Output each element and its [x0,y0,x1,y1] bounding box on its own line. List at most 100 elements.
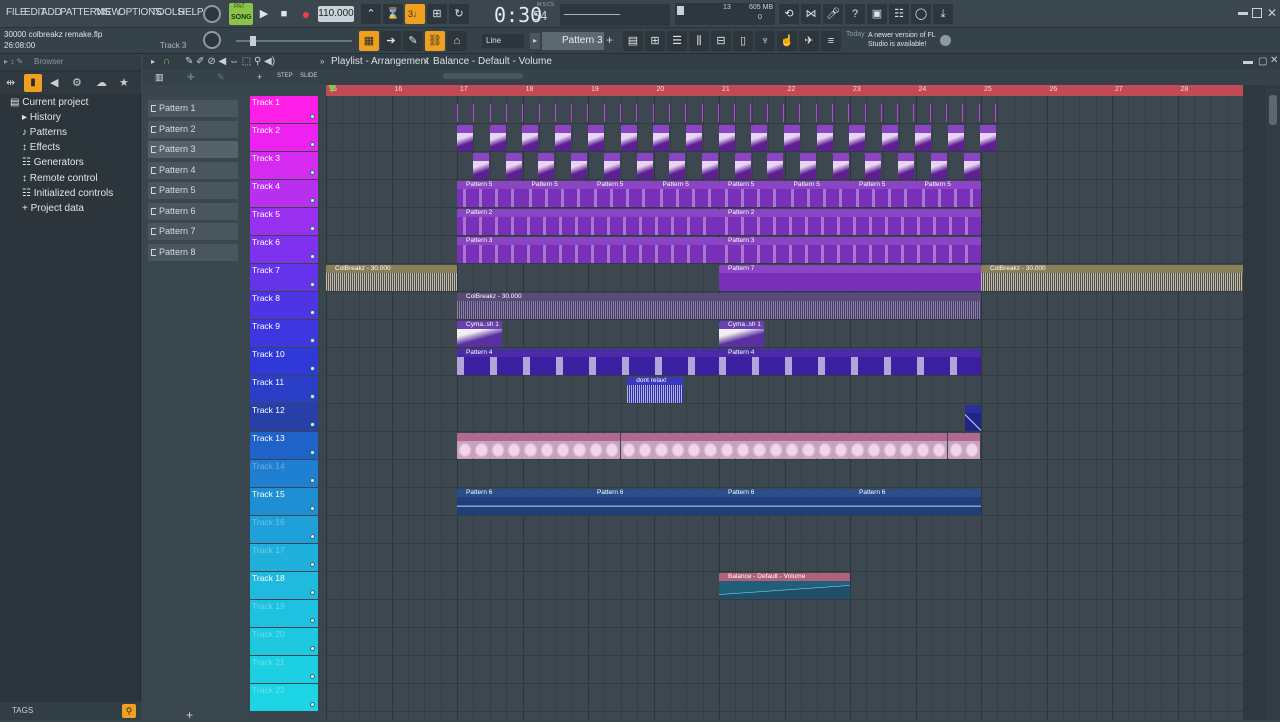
pattern-prev-icon[interactable]: ▸ [530,33,540,49]
playlist-clip[interactable] [963,153,980,179]
pattern-item[interactable]: Pattern 8 [148,243,238,261]
menu-help[interactable]: HELP [178,7,204,18]
playlist-clip[interactable] [931,433,948,459]
track-mute-dot[interactable] [310,506,315,511]
track-mute-dot[interactable] [310,702,315,707]
track-mute-dot[interactable] [310,310,315,315]
track-header[interactable]: Track 11 [250,376,318,403]
tags-bar[interactable]: TAGS ⚲ [0,702,141,720]
browser-item-current-project[interactable]: ▤ Current project [10,97,88,108]
pattern-item[interactable]: Pattern 1 [148,100,238,117]
track-mute-dot[interactable] [310,618,315,623]
track-mute-dot[interactable] [310,142,315,147]
undo-history-icon[interactable]: ⟲ [779,4,799,24]
track-mute-dot[interactable] [310,394,315,399]
microphone-icon[interactable]: 🎤︎ [823,4,843,24]
track-header[interactable]: Track 10 [250,348,318,375]
touch-controller-icon[interactable]: ☝ [777,31,797,51]
tempo-tap-icon[interactable]: ✈ [799,31,819,51]
track-header[interactable]: Track 5 [250,208,318,235]
playlist-clip[interactable] [685,433,703,459]
playlist-clip[interactable]: Cyma..sh 1 [719,321,764,347]
track-header[interactable]: Track 18 [250,572,318,599]
playlist-clip[interactable]: Pattern 5 [850,181,916,207]
vertical-scrollbar[interactable] [1266,85,1280,720]
playlist-clip[interactable]: Pattern 6 [588,489,719,515]
track-header[interactable]: Track 15 [250,488,318,515]
step-edit-icon[interactable]: ⊞ [427,4,447,24]
edit-icon[interactable]: ✎ [217,72,225,83]
save-icon[interactable]: ▣ [867,4,887,24]
track-mute-dot[interactable] [310,226,315,231]
track-header[interactable]: Track 22 [250,684,318,711]
playlist-clip[interactable] [718,125,735,151]
playlist-clip[interactable] [849,433,866,459]
playlist-clip[interactable] [473,433,490,459]
track-header[interactable]: Track 3 [250,152,318,179]
playlist-clip[interactable] [718,433,735,459]
mixer-icon[interactable]: ⋈ [801,4,821,24]
playlist-clip[interactable]: Pattern 5 [784,181,850,207]
track-header[interactable]: Track 2 [250,124,318,151]
track-header[interactable]: Track 14 [250,460,318,487]
playlist-clip[interactable] [669,153,686,179]
piano-keys-icon[interactable]: ▥ [155,72,164,83]
playlist-clip[interactable]: Pattern 5 [522,181,588,207]
browser-item-patterns[interactable]: ♪ Patterns [22,127,67,138]
piano-roll-view-icon[interactable]: ☰ [667,31,687,51]
playlist-icon[interactable]: ▤ [623,31,643,51]
playlist-clip[interactable]: ColBreakz - 30.000 [457,293,981,319]
pencil-icon[interactable]: ✎ [403,31,423,51]
playlist-clip[interactable] [767,433,784,459]
track-header[interactable]: Track 8 [250,292,318,319]
browser-item-history[interactable]: ▸ History [22,112,61,123]
playlist-clip[interactable] [522,433,539,459]
track-mute-dot[interactable] [310,338,315,343]
playlist-clip[interactable] [930,153,947,179]
playlist-clip[interactable] [587,433,605,459]
playlist-clip[interactable]: Pattern 2 [719,209,981,235]
track-mute-dot[interactable] [310,590,315,595]
song-mode-toggle[interactable]: PAT SONG [229,3,253,25]
magnet-snap-icon[interactable]: ∩ [163,56,170,67]
plugin-picker-icon[interactable]: ♆ [755,31,775,51]
playlist-clip[interactable] [865,433,883,459]
playlist-clip[interactable] [947,125,964,151]
browser-item-effects[interactable]: ↕ Effects [22,142,60,153]
add-track-icon[interactable]: ✚ [187,72,195,83]
playlist-clip[interactable] [751,125,768,151]
snap-select[interactable]: Line [482,34,524,48]
time-display[interactable]: 0:30 54 M:S:CS [476,0,556,28]
pattern-item[interactable]: Pattern 2 [148,120,238,138]
playlist-clip[interactable] [653,125,670,151]
playlist-clip[interactable] [964,405,981,431]
timeline-ruler[interactable]: 151617181920212223242526272829 [326,85,1254,96]
browser-collapse-icon[interactable]: ⇹ [6,76,15,89]
playlist-clip[interactable]: Pattern 5 [457,181,523,207]
playlist-clip[interactable]: ColBreakz - 30.000 [981,265,1266,291]
playlist-clip[interactable]: Pattern 5 [719,181,785,207]
pattern-item[interactable]: Pattern 3 [148,141,238,158]
playlist-clip[interactable]: Pattern 6 [457,489,588,515]
track-header[interactable]: Track 17 [250,544,318,571]
playlist-clip[interactable] [538,153,555,179]
track-header[interactable]: Track 13 [250,432,318,459]
stop-button[interactable]: ■ [274,4,294,24]
mixer-view-2-icon[interactable]: ⫼ [689,31,709,51]
playlist-clip[interactable]: Cyma..sh 1 [457,321,502,347]
tempo-display[interactable]: 110.000 [318,6,354,22]
playlist-clip[interactable] [620,125,637,151]
browser-item-project-data[interactable]: + Project data [22,203,84,214]
playlist-maximize-icon[interactable]: ▢ [1258,56,1267,67]
pattern-item[interactable]: Pattern 7 [148,223,238,240]
playlist-minimize-icon[interactable]: ▬ [1243,56,1253,67]
playlist-clip[interactable] [620,433,637,459]
playlist-clip[interactable] [505,153,522,179]
track-mute-dot[interactable] [310,366,315,371]
playlist-clip[interactable] [734,433,752,459]
close-window-icon[interactable]: ✕ [1267,6,1277,20]
playlist-clip[interactable]: Pattern 6 [719,489,850,515]
menu-add[interactable]: ADD [41,7,62,18]
browser-cloud-icon[interactable]: ☁ [96,76,107,89]
playlist-clip[interactable]: Pattern 7 [719,265,981,291]
